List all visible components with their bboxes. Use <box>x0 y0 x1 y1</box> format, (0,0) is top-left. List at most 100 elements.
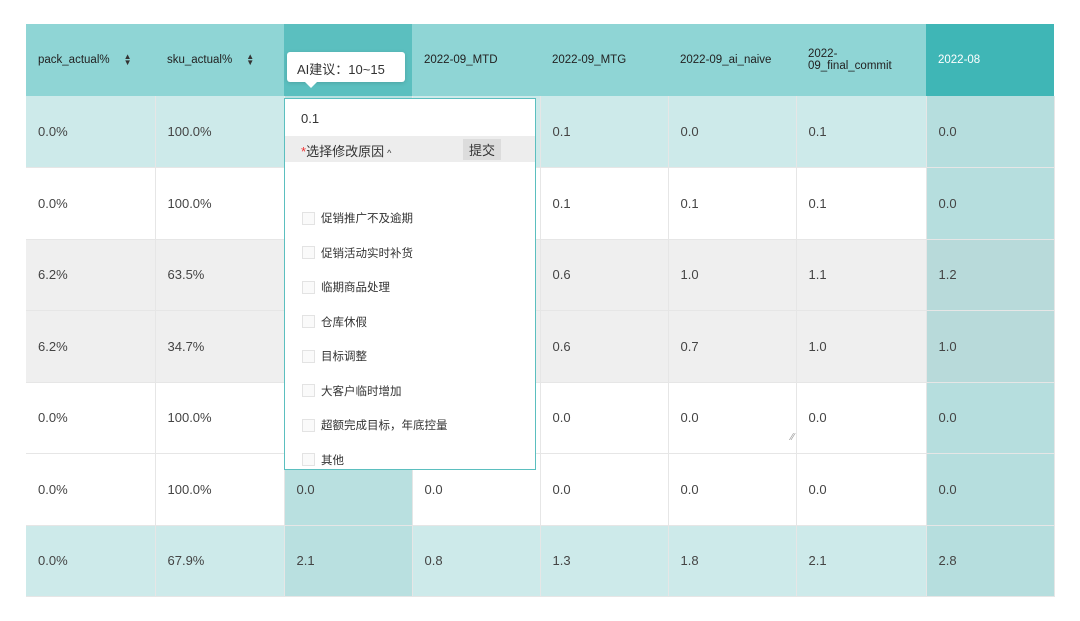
column-header-4: 2022-09_MTG <box>540 24 668 96</box>
table-cell: 0.0 <box>668 453 797 526</box>
forecast-table-container: pack_actual% ▲ ▼ sku_actual% ▲ ▼ 2022-09_MTD 20… <box>26 24 1055 597</box>
table-cell: 0.6 <box>540 239 669 311</box>
reason-option[interactable]: 临期商品处理 <box>302 270 448 305</box>
reason-checkbox[interactable] <box>302 211 315 225</box>
submit-button[interactable]: 提交 <box>462 139 501 160</box>
table-cell[interactable]: 2.1 <box>284 525 413 597</box>
table-cell: 0.0% <box>26 525 156 597</box>
table-cell: 1.1 <box>796 239 927 311</box>
reason-select-label: 选择修改原因 <box>306 144 385 159</box>
column-header-label: 2022-09_ai_naive <box>680 54 772 66</box>
column-header-0[interactable]: pack_actual% ▲ ▼ <box>26 24 155 96</box>
reason-option-label: 促销活动实时补货 <box>321 247 413 260</box>
table-cell: 0.0% <box>26 453 156 526</box>
table-cell: 0.0 <box>540 453 669 526</box>
reason-option[interactable]: 促销活动实时补货 <box>302 236 448 271</box>
table-row: 0.0% 100.0% 0.1 0.0 0.1 0.0 <box>26 96 1055 168</box>
table-cell: 0.8 <box>412 525 541 597</box>
resize-handle-icon[interactable]: ∕∕ <box>791 432 794 443</box>
reason-option-label: 其他 <box>321 454 344 467</box>
column-header-label: 2022-08 <box>938 54 981 66</box>
table-cell: 67.9% <box>155 525 285 597</box>
table-cell: 0.6 <box>540 310 669 383</box>
caret-up-icon: ^ <box>387 148 392 158</box>
column-header-6: 2022-09_final_commit <box>796 24 926 96</box>
table-cell: 0.1 <box>540 96 669 168</box>
reason-option-label: 超额完成目标，年底控量 <box>321 420 448 433</box>
reason-option[interactable]: 大客户临时增加 <box>302 374 448 409</box>
reason-option-label: 目标调整 <box>321 351 367 364</box>
table-cell: 0.1 <box>668 167 797 240</box>
table-cell: 1.3 <box>540 525 669 597</box>
column-header-label: pack_actual% <box>38 54 110 67</box>
table-cell: 0.0 <box>668 96 797 168</box>
sort-icon[interactable]: ▲ ▼ <box>246 52 254 66</box>
table-row: 0.0% 100.0% 0.0 0.0 0.0 0.0 0.0 0.0 <box>26 453 1055 526</box>
table-cell: 0.0% <box>26 382 156 454</box>
sort-icon[interactable]: ▲ ▼ <box>124 52 132 66</box>
table-row: 6.2% 34.7% 0.6 0.7 1.0 1.0 <box>26 310 1055 383</box>
table-cell: 1.2 <box>926 239 1055 311</box>
table-cell: 0.0 <box>926 167 1055 240</box>
table-cell: 100.0% <box>155 96 285 168</box>
table-row: 0.0% 100.0% 0.1 0.1 0.1 0.0 <box>26 167 1055 240</box>
table-header-row: pack_actual% ▲ ▼ sku_actual% ▲ ▼ 2022-09_MTD 20… <box>26 24 1054 96</box>
reason-option-label: 促销推广不及逾期 <box>321 213 413 226</box>
reason-option[interactable]: 目标调整 <box>302 339 448 374</box>
reason-option[interactable]: 超额完成目标，年底控量 <box>302 408 448 443</box>
table-cell: 100.0% <box>155 382 285 454</box>
table-cell: 1.8 <box>668 525 797 597</box>
table-cell: 0.0 <box>926 96 1055 168</box>
reason-select[interactable]: *选择修改原因 ^ 提交 <box>285 136 535 162</box>
table-cell: 0.0 <box>540 382 669 454</box>
reason-checkbox[interactable] <box>302 349 315 363</box>
reason-checkbox[interactable] <box>302 384 315 398</box>
reason-option-label: 仓库休假 <box>321 316 367 329</box>
table-cell: 0.0 <box>796 453 927 526</box>
table-cell: 0.0 <box>796 382 927 454</box>
ai-suggestion-tooltip: AI建议：10~15 <box>287 52 405 88</box>
column-header-label: 2022-09_final_commit <box>808 48 892 72</box>
column-header-5: 2022-09_ai_naive <box>668 24 796 96</box>
table-row: 0.0% 100.0% 0.0 0.0 0.0 0.0 <box>26 382 1055 454</box>
table-row: 6.2% 63.5% 0.6 1.0 1.1 1.2 <box>26 239 1055 311</box>
table-body: 0.0% 100.0% 0.1 0.0 0.1 0.0 0.0% 100.0% 0.1 0.1 0.… <box>26 96 1055 597</box>
edited-value[interactable]: 0.1 <box>301 111 319 126</box>
table-cell: 1.0 <box>668 239 797 311</box>
reason-checkbox[interactable] <box>302 280 315 294</box>
column-header-3: 2022-09_MTD <box>412 24 540 96</box>
reason-checkbox[interactable] <box>302 315 315 329</box>
reason-checkbox[interactable] <box>302 453 315 467</box>
reason-checkbox[interactable] <box>302 418 315 432</box>
table-cell: 6.2% <box>26 239 156 311</box>
reason-option-label: 临期商品处理 <box>321 282 390 295</box>
column-header-1[interactable]: sku_actual% ▲ ▼ <box>155 24 284 96</box>
reason-checkbox[interactable] <box>302 246 315 260</box>
reason-option-label: 大客户临时增加 <box>321 385 402 398</box>
column-header-label: sku_actual% <box>167 54 233 67</box>
table-cell: 100.0% <box>155 167 285 240</box>
reason-option-list: 促销推广不及逾期 促销活动实时补货 临期商品处理 仓库休假目标调整大客户临时增加超额完… <box>302 201 448 477</box>
table-cell: 63.5% <box>155 239 285 311</box>
table-cell: 0.1 <box>796 167 927 240</box>
table-cell: 34.7% <box>155 310 285 383</box>
column-header-label: 2022-09_MTD <box>424 54 498 66</box>
reason-option[interactable]: 仓库休假 <box>302 305 448 340</box>
table-cell: 100.0% <box>155 453 285 526</box>
table-cell: 0.0 <box>926 382 1055 454</box>
ai-suggestion-text: AI建议：10~15 <box>297 62 385 77</box>
reason-option[interactable]: 其他 <box>302 443 448 478</box>
forecast-table: pack_actual% ▲ ▼ sku_actual% ▲ ▼ 2022-09_MTD 20… <box>26 24 1055 597</box>
table-cell: 1.0 <box>926 310 1055 383</box>
table-cell: 0.7 <box>668 310 797 383</box>
table-cell: 0.0 <box>668 382 797 454</box>
table-cell: 0.1 <box>796 96 927 168</box>
table-cell: 0.0% <box>26 96 156 168</box>
table-cell: 0.0% <box>26 167 156 240</box>
edit-reason-popover: 0.1 *选择修改原因 ^ 提交 促销推广不及逾期 促销活动实时补货 临期商品处理 仓库… <box>284 98 536 470</box>
table-cell: 0.1 <box>540 167 669 240</box>
table-cell: 2.1 <box>796 525 927 597</box>
table-row: 0.0% 67.9% 2.1 0.8 1.3 1.8 2.1 2.8 <box>26 525 1055 597</box>
reason-option[interactable]: 促销推广不及逾期 <box>302 201 448 236</box>
table-cell: 0.0 <box>926 453 1055 526</box>
